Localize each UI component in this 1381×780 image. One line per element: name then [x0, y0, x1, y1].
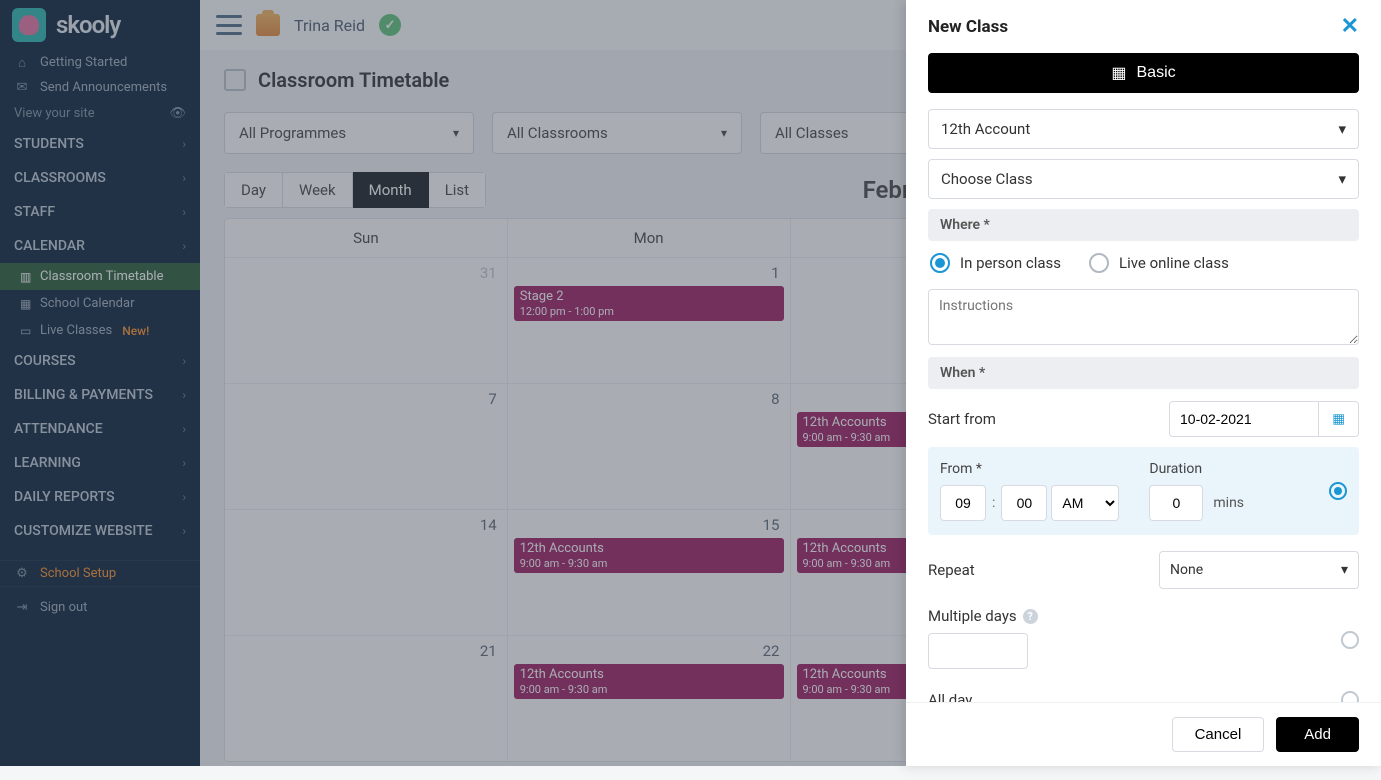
close-icon[interactable]: ✕ [1341, 14, 1359, 39]
time-block-radio[interactable] [1329, 482, 1347, 500]
start-from-label: Start from [928, 410, 996, 428]
add-button[interactable]: Add [1276, 717, 1359, 752]
when-section-label: When * [928, 357, 1359, 389]
multiple-days-input[interactable] [928, 633, 1028, 669]
panel-title: New Class [928, 17, 1008, 37]
calendar-icon: ▦ [1332, 411, 1345, 427]
help-icon[interactable]: ? [1023, 609, 1038, 624]
multiple-days-label: Multiple days [928, 607, 1017, 625]
cancel-button[interactable]: Cancel [1172, 717, 1265, 752]
radio-icon [930, 253, 950, 273]
all-day-radio[interactable] [1341, 691, 1359, 702]
where-section-label: Where * [928, 209, 1359, 241]
class-select[interactable]: Choose Class ▾ [928, 159, 1359, 199]
ampm-select[interactable]: AM [1051, 485, 1119, 521]
radio-in-person[interactable]: In person class [930, 253, 1061, 273]
hour-input[interactable] [940, 485, 986, 521]
date-picker-button[interactable]: ▦ [1319, 401, 1359, 437]
repeat-select[interactable]: None ▾ [1159, 551, 1359, 589]
chevron-down-icon: ▾ [1338, 170, 1346, 188]
multiple-days-radio[interactable] [1341, 631, 1359, 649]
basic-tab-button[interactable]: ▦ Basic [928, 53, 1359, 93]
new-class-panel: New Class ✕ ▦ Basic 12th Account ▾ Choos… [906, 0, 1381, 766]
from-label: From * [940, 461, 1119, 477]
chevron-down-icon: ▾ [1341, 562, 1348, 578]
start-date-input[interactable] [1169, 401, 1319, 437]
repeat-label: Repeat [928, 561, 975, 579]
duration-label: Duration [1149, 461, 1244, 477]
chevron-down-icon: ▾ [1338, 120, 1346, 138]
instructions-input[interactable] [928, 289, 1359, 345]
all-day-label: All day [928, 691, 972, 702]
radio-icon [1089, 253, 1109, 273]
calendar-icon: ▦ [1111, 63, 1126, 83]
account-select[interactable]: 12th Account ▾ [928, 109, 1359, 149]
minute-input[interactable] [1001, 485, 1047, 521]
radio-online[interactable]: Live online class [1089, 253, 1229, 273]
time-duration-block: From * : AM Duration mins [928, 447, 1359, 535]
duration-input[interactable] [1149, 485, 1203, 521]
